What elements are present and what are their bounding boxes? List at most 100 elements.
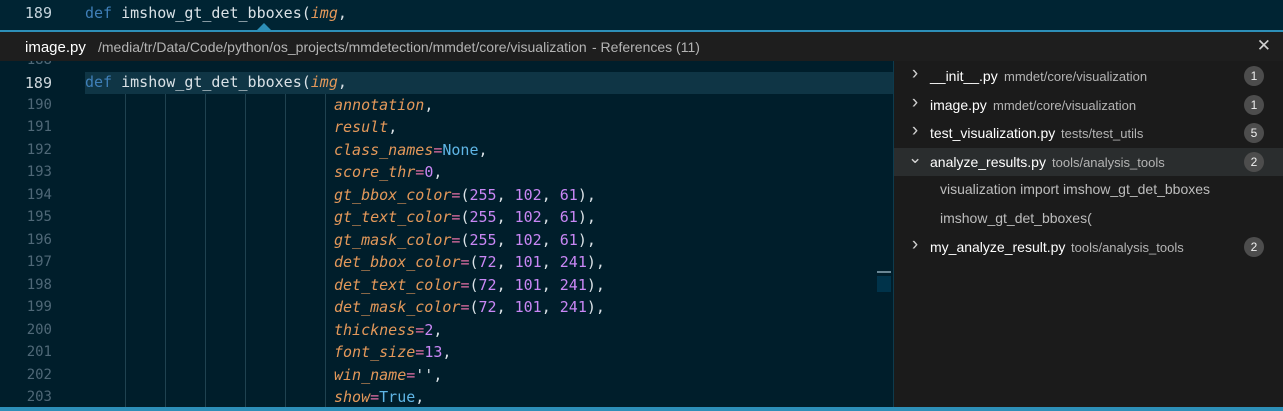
equals-operator: = xyxy=(415,320,425,339)
code-line[interactable]: gt_mask_color=(255, 102, 61), xyxy=(334,231,596,249)
references-tree[interactable]: › __init__.py mmdet/core/visualization 1 › im… xyxy=(894,61,1283,407)
comma: , xyxy=(496,253,515,271)
peek-pointer-arrow xyxy=(257,23,271,30)
reference-file-name: image.py xyxy=(930,96,987,113)
code-line[interactable]: gt_text_color=(255, 102, 61), xyxy=(334,208,596,226)
chevron-right-icon[interactable]: › xyxy=(908,63,922,85)
default-value: True xyxy=(379,388,416,406)
chevron-right-icon[interactable]: › xyxy=(908,92,922,114)
param-name: thickness xyxy=(334,320,416,339)
code-line[interactable]: det_bbox_color=(72, 101, 241), xyxy=(334,253,605,271)
comma: , xyxy=(541,298,560,316)
param-name: gt_text_color xyxy=(334,208,452,226)
code-line[interactable]: def imshow_gt_det_bboxes(img, xyxy=(85,73,347,91)
function-name: imshow_gt_det_bboxes xyxy=(121,4,302,22)
close-paren: ) xyxy=(577,185,587,204)
code-line[interactable]: class_names=None, xyxy=(334,141,488,159)
scrollbar-thumb[interactable] xyxy=(877,276,891,292)
line-number: 200 xyxy=(26,321,52,338)
line-number: 203 xyxy=(26,389,52,405)
reference-file-row[interactable]: ⌄ analyze_results.py tools/analysis_tools 2 xyxy=(894,147,1283,176)
line-number: 189 xyxy=(24,74,52,92)
function-name: imshow_gt_det_bboxes xyxy=(121,73,302,91)
peek-border-bottom xyxy=(0,407,1283,411)
code-line[interactable]: gt_bbox_color=(255, 102, 61), xyxy=(334,186,596,204)
param-name: annotation xyxy=(334,95,425,114)
comma: , xyxy=(433,365,443,384)
reference-file-row[interactable]: › my_analyze_result.py tools/analysis_tool… xyxy=(894,233,1283,261)
default-value: 0 xyxy=(424,163,434,181)
number-literal: 102 xyxy=(514,185,542,204)
comma: , xyxy=(496,185,515,204)
chevron-right-icon[interactable]: › xyxy=(908,234,922,256)
peek-header: image.py /media/tr/Data/Code/python/os_p… xyxy=(0,32,1283,61)
reference-file-row[interactable]: › __init__.py mmdet/core/visualization 1 xyxy=(894,62,1283,90)
param-name: win_name xyxy=(334,365,407,384)
line-number: 192 xyxy=(26,141,52,158)
line-number: 198 xyxy=(26,276,52,293)
peek-file-name[interactable]: image.py xyxy=(25,39,86,56)
reference-match[interactable]: visualization import imshow_gt_det_bboxe… xyxy=(940,181,1210,197)
code-line[interactable]: def imshow_gt_det_bboxes(img, xyxy=(85,4,347,22)
reference-file-name: test_visualization.py xyxy=(930,125,1056,141)
indent-guide xyxy=(245,94,246,407)
open-paren: ( xyxy=(469,275,479,294)
indent-guide xyxy=(285,94,286,407)
comma: , xyxy=(478,140,488,159)
open-paren: ( xyxy=(469,298,479,316)
indent-guide xyxy=(125,94,126,407)
comma: , xyxy=(496,208,515,226)
close-paren: ) xyxy=(577,230,587,249)
param-name: font_size xyxy=(334,343,416,361)
equals-operator: = xyxy=(415,163,425,181)
reference-file-row[interactable]: › test_visualization.py tests/test_utils 5 xyxy=(894,119,1283,147)
line-number: 193 xyxy=(26,164,52,180)
number-literal: 72 xyxy=(478,275,497,294)
close-paren: ) xyxy=(586,298,596,316)
indent-guide xyxy=(325,94,326,407)
close-icon[interactable]: ✕ xyxy=(1257,36,1271,56)
default-value: '' xyxy=(415,365,434,384)
code-line[interactable]: result, xyxy=(334,118,397,136)
code-line[interactable]: det_text_color=(72, 101, 241), xyxy=(334,276,605,294)
number-literal: 101 xyxy=(514,298,542,316)
code-line[interactable]: thickness=2, xyxy=(334,321,442,339)
reference-file-dir: tools/analysis_tools xyxy=(1052,154,1165,170)
close-paren: ) xyxy=(577,208,587,226)
number-literal: 101 xyxy=(514,275,542,294)
param-name: result xyxy=(334,118,389,136)
number-literal: 241 xyxy=(559,298,587,316)
comma: , xyxy=(541,208,560,226)
comma: , xyxy=(337,73,347,91)
chevron-right-icon[interactable]: › xyxy=(908,120,922,142)
editor-top-line[interactable]: 189 def imshow_gt_det_bboxes(img, xyxy=(0,0,1283,30)
number-literal: 255 xyxy=(469,208,497,226)
reference-count-badge: 2 xyxy=(1244,237,1264,257)
comma: , xyxy=(586,208,596,226)
indent-guide xyxy=(205,94,206,407)
comma: , xyxy=(496,230,515,249)
line-number: 190 xyxy=(26,96,52,113)
number-literal: 241 xyxy=(559,275,587,294)
default-value: 13 xyxy=(424,343,443,361)
comma: , xyxy=(595,253,605,271)
reference-file-row[interactable]: › image.py mmdet/core/visualization 1 xyxy=(894,91,1283,119)
line-number: 201 xyxy=(26,344,52,360)
code-line[interactable]: det_mask_color=(72, 101, 241), xyxy=(334,298,605,316)
comma: , xyxy=(541,253,560,271)
code-line[interactable]: show=True, xyxy=(334,388,424,406)
reference-match[interactable]: imshow_gt_det_bboxes( xyxy=(940,210,1092,226)
code-line[interactable]: win_name='', xyxy=(334,366,442,384)
default-value: None xyxy=(442,140,479,159)
open-paren: ( xyxy=(301,4,311,22)
code-line[interactable]: score_thr=0, xyxy=(334,163,442,181)
code-line[interactable]: annotation, xyxy=(334,96,433,114)
code-line[interactable]: font_size=13, xyxy=(334,343,451,361)
peek-code-editor[interactable]: 188 189def imshow_gt_det_bboxes(img,190a… xyxy=(0,61,893,407)
number-literal: 72 xyxy=(478,298,497,316)
reference-file-dir: mmdet/core/visualization xyxy=(993,97,1137,113)
peek-file-path: /media/tr/Data/Code/python/os_projects/m… xyxy=(98,39,587,55)
comma: , xyxy=(415,388,425,406)
param-img: img xyxy=(310,73,338,91)
chevron-down-icon[interactable]: ⌄ xyxy=(908,148,922,168)
